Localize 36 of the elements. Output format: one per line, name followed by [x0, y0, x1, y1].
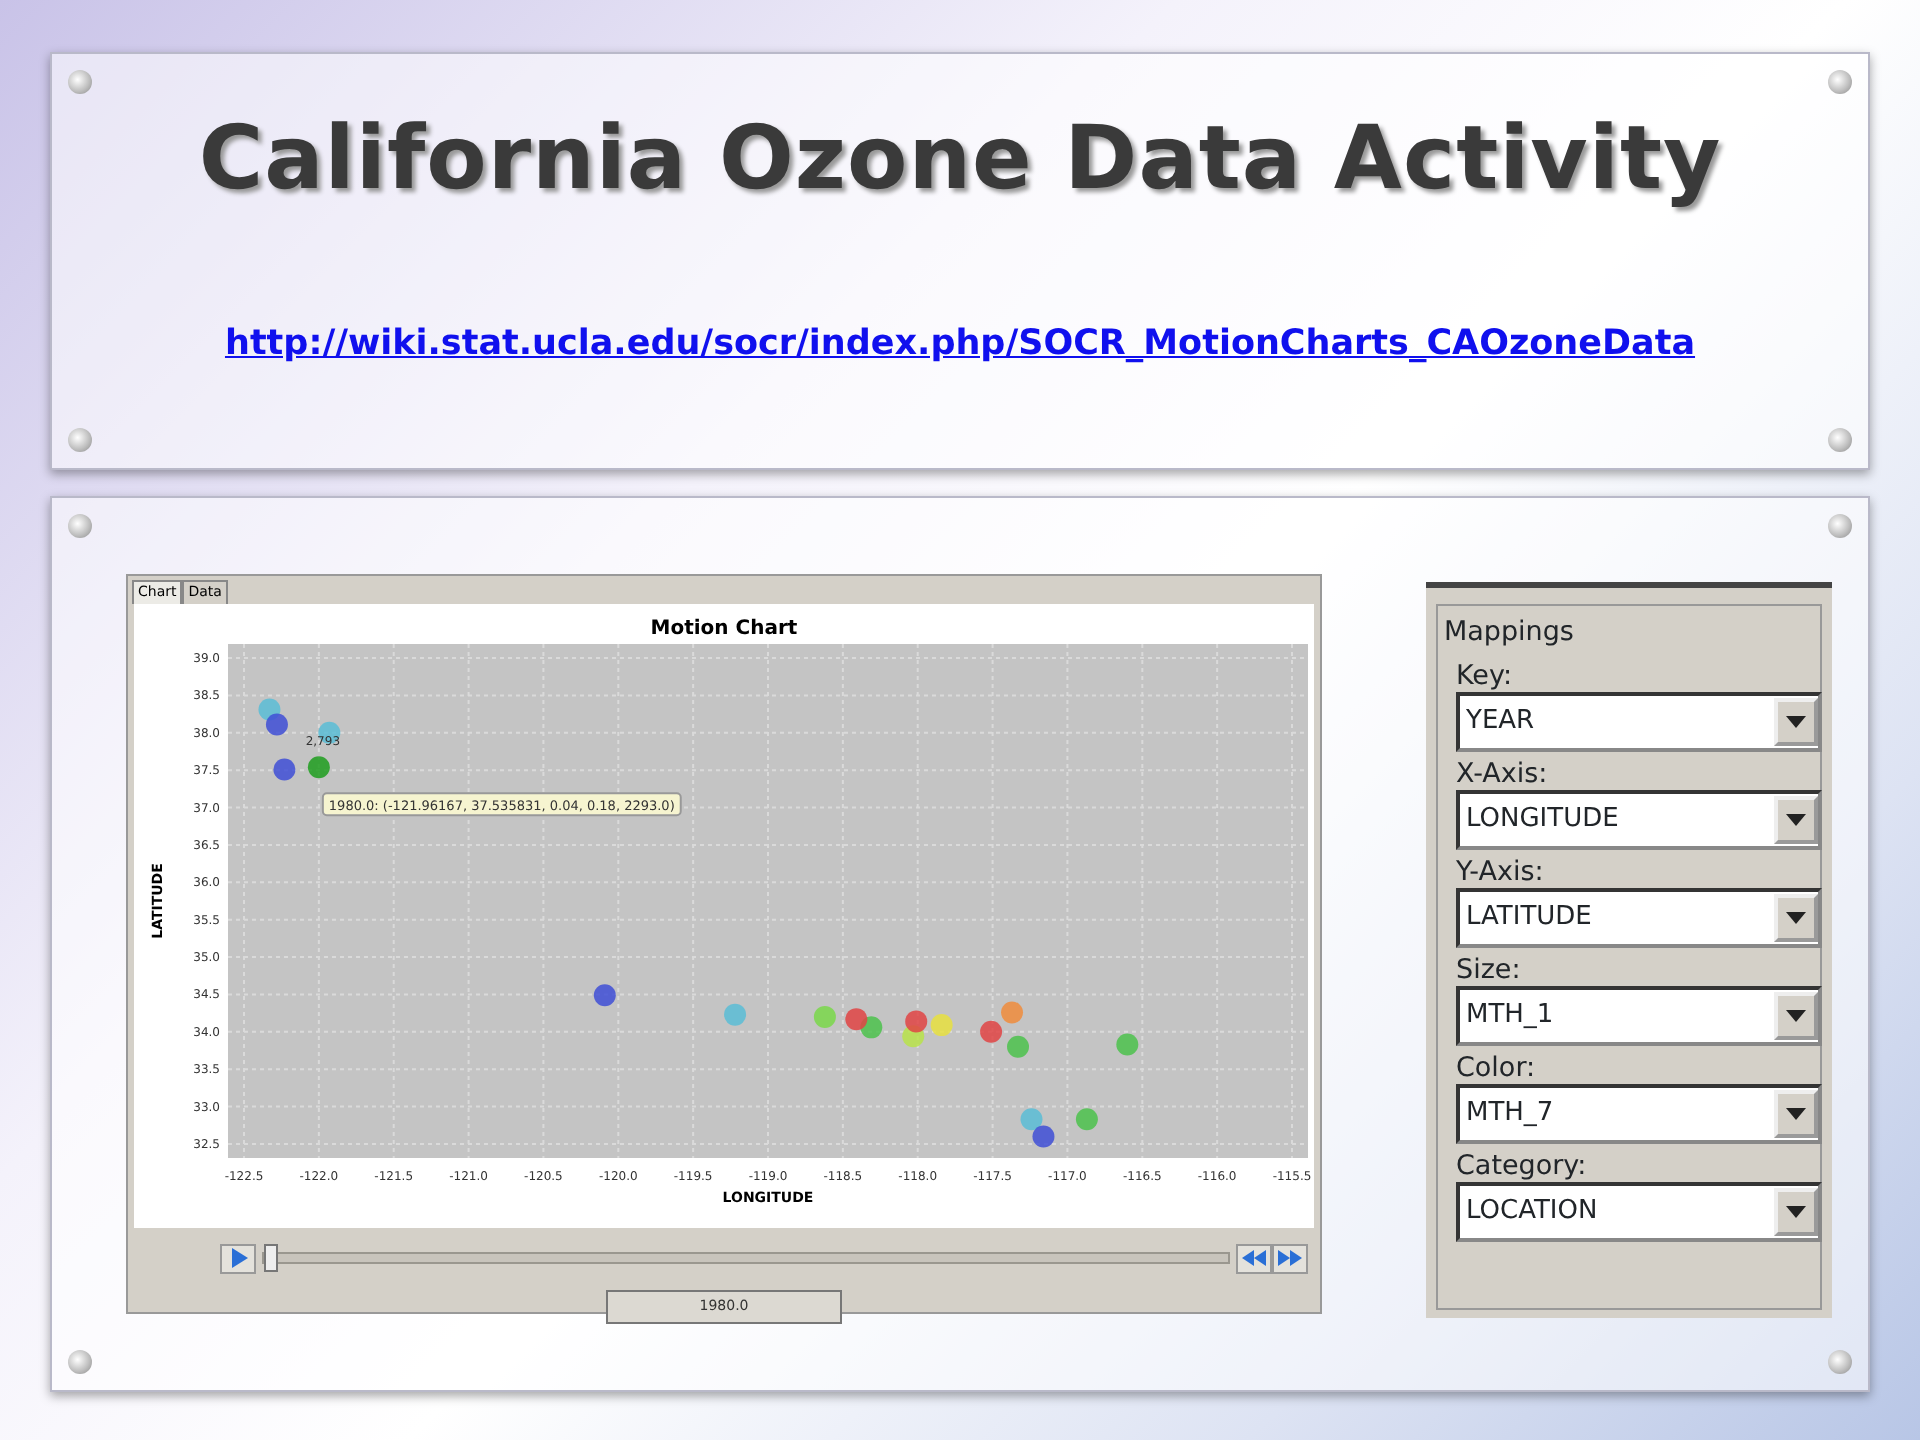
field-label: X-Axis: — [1456, 758, 1550, 790]
rivet-icon — [1828, 70, 1852, 94]
caret-icon — [1786, 1108, 1806, 1120]
slider-thumb[interactable] — [264, 1244, 278, 1272]
field-label: Color: — [1456, 1052, 1538, 1084]
caret-icon — [1786, 716, 1806, 728]
dropdown[interactable]: LATITUDE — [1456, 888, 1822, 948]
caret-icon — [1786, 1206, 1806, 1218]
rivet-icon — [68, 1350, 92, 1374]
caret-icon — [1786, 1010, 1806, 1022]
dropdown[interactable]: MTH_1 — [1456, 986, 1822, 1046]
caret-icon — [1786, 912, 1806, 924]
dropdown[interactable]: YEAR — [1456, 692, 1822, 752]
rivet-icon — [1828, 1350, 1852, 1374]
slide-title: California Ozone Data Activity — [198, 106, 1722, 214]
field-label: Size: — [1456, 954, 1523, 986]
fast-forward-button[interactable] — [1272, 1243, 1308, 1273]
rivet-icon — [1828, 514, 1852, 538]
caret-icon — [1786, 814, 1806, 826]
rivet-icon — [68, 428, 92, 452]
rivet-icon — [68, 70, 92, 94]
rivet-icon — [68, 514, 92, 538]
dropdown[interactable]: LONGITUDE — [1456, 790, 1822, 850]
play-icon — [229, 1248, 247, 1268]
fast-forward-icon — [1278, 1250, 1302, 1266]
field-label: Category: — [1456, 1150, 1589, 1182]
field-label: Key: — [1456, 660, 1515, 692]
dropdown[interactable]: MTH_7 — [1456, 1084, 1822, 1144]
url-link[interactable]: http://wiki.stat.ucla.edu/socr/index.php/SOCR_MotionCharts_CAOzoneData — [224, 318, 1696, 371]
rewind-icon — [1242, 1250, 1266, 1266]
rewind-button[interactable] — [1236, 1243, 1272, 1273]
chart-title: Motion Chart — [650, 617, 798, 639]
play-button[interactable] — [220, 1243, 256, 1273]
field-label: Y-Axis: — [1456, 856, 1546, 888]
dropdown[interactable]: LOCATION — [1456, 1182, 1822, 1242]
rivet-icon — [1828, 428, 1852, 452]
